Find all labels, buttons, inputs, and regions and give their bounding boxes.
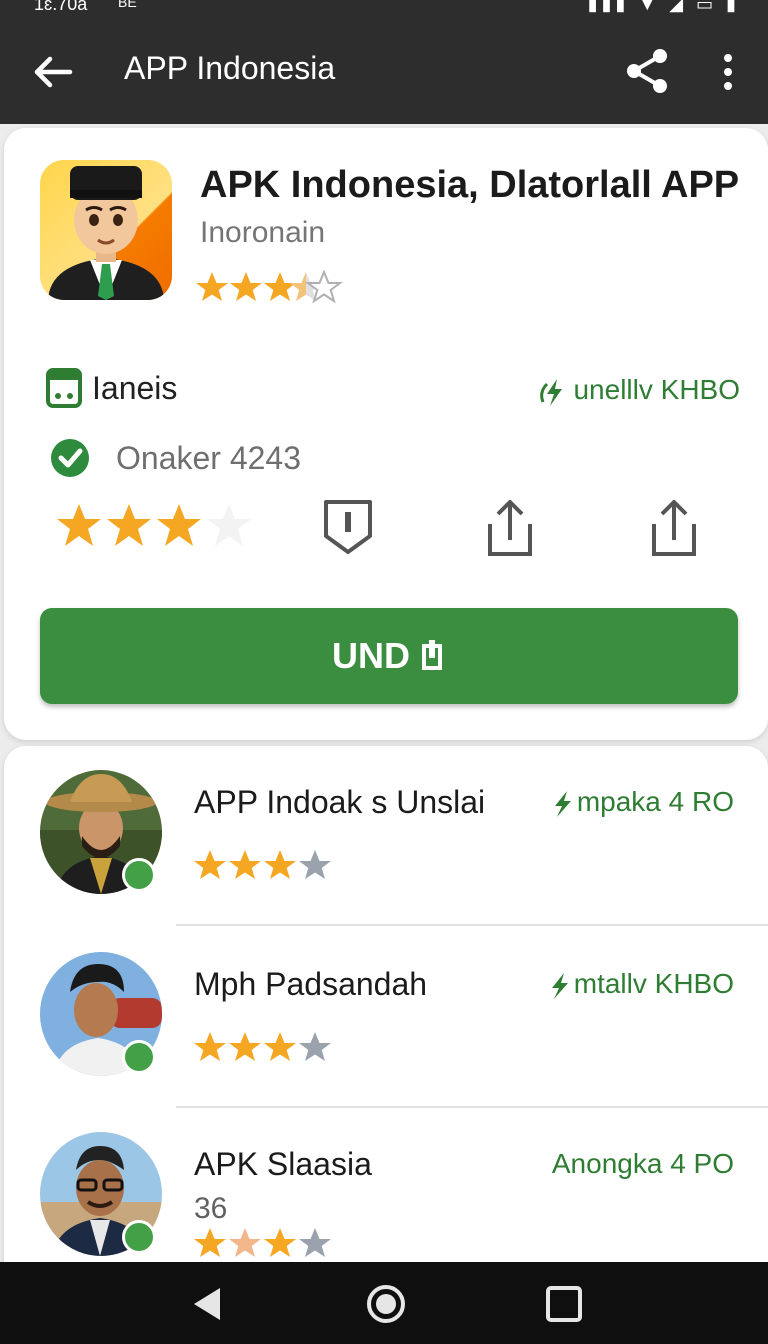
device-icon (46, 368, 82, 408)
nav-recents-icon[interactable] (542, 1282, 586, 1326)
app-bar-title: APP Indonesia (124, 50, 336, 86)
app-detail-card: APK Indonesia, Dlatorlall APP Inoronain … (4, 128, 768, 740)
star-icon (157, 504, 201, 546)
star-icon (230, 272, 262, 301)
verified-badge-icon (122, 858, 156, 892)
developer-name[interactable]: Inoronain (200, 216, 325, 250)
list-item-meta: mpaka 4 RO (547, 786, 734, 819)
list-item[interactable]: Mph Padsandah mtallv KHBO (4, 928, 768, 1108)
character-avatar-icon (48, 166, 164, 300)
status-bar: 1ɛ.70a BE ▮▮▮ ▼ ◢ ▭ ▮ (0, 0, 768, 24)
user-rating-stars[interactable] (54, 502, 264, 552)
share-icon[interactable] (622, 46, 672, 96)
export-icon[interactable] (644, 496, 704, 560)
star-icon (196, 272, 228, 301)
app-bar: APP Indonesia (0, 24, 768, 124)
star-icon (107, 504, 151, 546)
star-icon (57, 504, 101, 546)
bolt-icon (551, 972, 568, 999)
star-empty-icon (299, 1032, 331, 1061)
list-item[interactable]: APK Slaasia 36 Anongka 4 PO (4, 1108, 768, 1288)
star-icon (229, 1032, 261, 1061)
report-flag-icon[interactable] (318, 496, 378, 560)
status-icons: ▮▮▮ ▼ ◢ ▭ ▮ (587, 0, 740, 14)
category-row: Ianeis unelllv KHBO (44, 364, 740, 414)
app-icon (40, 160, 172, 300)
download-icon (422, 640, 442, 670)
list-item-name: Mph Padsandah (194, 966, 428, 1002)
verified-check-icon (51, 439, 89, 477)
star-empty-icon (207, 504, 251, 546)
status-time: 1ɛ.70a (34, 0, 88, 14)
bolt-icon (540, 378, 563, 406)
related-apps-list: APP Indoak s Unslai mpaka 4 RO Mph Padsa… (4, 746, 768, 1306)
nav-home-icon[interactable] (364, 1282, 408, 1326)
app-name: APK Indonesia, Dlatorlall APP (200, 164, 740, 206)
star-icon (194, 1228, 226, 1257)
list-item-name: APK Slaasia (194, 1146, 372, 1182)
install-button[interactable]: UND (40, 608, 738, 704)
list-item-meta: Anongka 4 PO (551, 1148, 734, 1179)
list-item-sub: 36 (194, 1192, 228, 1225)
star-icon (229, 850, 261, 879)
status-indicator: BE (118, 0, 137, 10)
star-icon (194, 1032, 226, 1061)
category-label: Ianeis (92, 370, 178, 406)
star-icon (194, 850, 226, 879)
list-item-rating (194, 850, 331, 879)
more-vertical-icon[interactable] (716, 52, 740, 92)
star-icon (264, 272, 296, 301)
system-nav-bar (0, 1262, 768, 1344)
list-item-meta: mtallv KHBO (544, 968, 734, 1001)
nav-back-icon[interactable] (186, 1282, 230, 1326)
upload-icon[interactable] (480, 496, 540, 560)
back-arrow-icon[interactable] (30, 50, 74, 94)
verified-row: Onaker 4243 (44, 434, 740, 484)
star-icon (264, 850, 296, 879)
star-icon (264, 1032, 296, 1061)
star-icon (229, 1228, 261, 1257)
bolt-icon (554, 790, 571, 817)
category-meta: unelllv KHBO (537, 374, 740, 408)
header-rating-stars (196, 270, 343, 304)
divider (176, 924, 768, 926)
verified-label: Onaker 4243 (116, 440, 302, 476)
list-item[interactable]: APP Indoak s Unslai mpaka 4 RO (4, 746, 768, 926)
list-item-rating (194, 1032, 331, 1061)
star-empty-icon (299, 1228, 331, 1257)
star-empty-icon (299, 850, 331, 879)
list-item-name: APP Indoak s Unslai (194, 784, 486, 820)
verified-badge-icon (122, 1040, 156, 1074)
verified-badge-icon (122, 1220, 156, 1254)
star-icon (264, 1228, 296, 1257)
list-item-rating (194, 1228, 331, 1257)
